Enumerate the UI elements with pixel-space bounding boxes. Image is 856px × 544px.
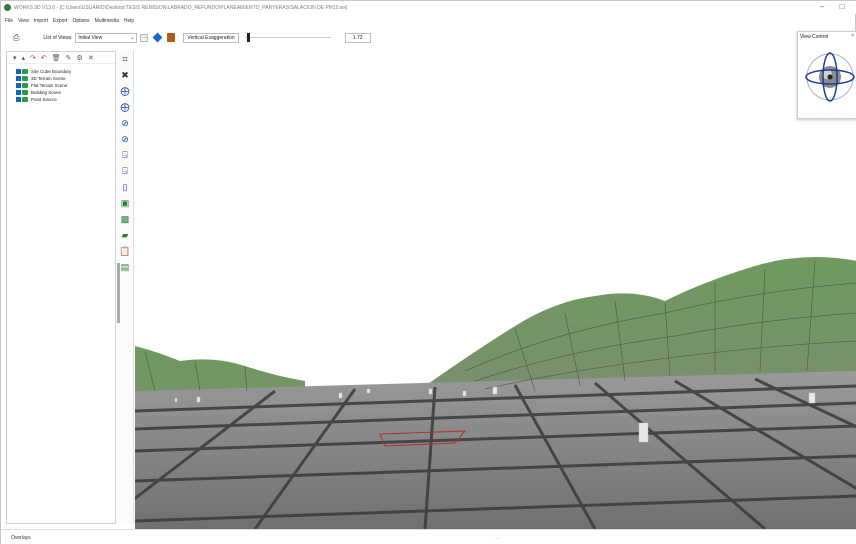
settings-icon[interactable]: ⚙ (77, 54, 83, 62)
expand-icon[interactable]: ▴ (22, 54, 26, 62)
layer-checkbox[interactable] (16, 83, 21, 88)
clipboard-icon[interactable]: 📋 (116, 243, 134, 259)
layer-item[interactable]: Point Source (16, 96, 115, 103)
view-control-close-button[interactable]: × (851, 33, 854, 39)
layer-label: 3D Terrain Scene (31, 76, 66, 81)
3d-viewport[interactable] (135, 51, 856, 529)
layer-stack-icon[interactable]: ▯ (116, 179, 134, 195)
panel-splitter[interactable] (117, 263, 120, 323)
window-title: WORKS 3D V13.0 - [C:\Users\USUARIO\Deskt… (14, 4, 348, 11)
orbit-right-icon[interactable]: ⊘ (116, 131, 134, 147)
layer-checkbox[interactable] (16, 76, 21, 81)
pan-right-icon[interactable]: ⍈ (116, 163, 134, 179)
layer-list: Site Cube Boundary 3D Terrain Scene Flat… (7, 64, 115, 103)
layer-checkbox[interactable] (16, 90, 21, 95)
maximize-button[interactable]: □ (835, 2, 849, 11)
menu-export[interactable]: Export (53, 18, 67, 24)
layer-icon (22, 97, 28, 102)
rotate-up-icon[interactable]: ⨁ (116, 83, 134, 99)
move-layer-icon[interactable]: ↷ (30, 54, 36, 62)
minimize-button[interactable]: – (815, 2, 829, 11)
delete-layer-icon[interactable]: 🗑 (52, 54, 61, 62)
status-indicator: … (495, 535, 500, 541)
view-options-button[interactable]: ⋯ (140, 33, 149, 42)
layer-icon (22, 76, 28, 81)
terrain-view-icon[interactable]: ▣ (116, 195, 134, 211)
chevron-down-icon: ⌄ (130, 34, 135, 41)
main-toolbar: ⎙ List of Views Initial View ⌄ ⋯ Vertica… (1, 29, 797, 46)
layer-icon (22, 90, 28, 95)
properties-icon[interactable]: ✎ (66, 54, 72, 62)
menu-import[interactable]: Import (34, 18, 48, 24)
navigation-globe-icon[interactable] (804, 46, 856, 108)
view-navigator-icon[interactable] (152, 32, 163, 43)
collapse-icon[interactable]: ▾ (13, 54, 17, 62)
vertical-exaggeration-slider[interactable] (244, 33, 331, 42)
slider-track (244, 37, 331, 38)
menu-bar: File View Import Export Options Multimed… (1, 15, 856, 26)
app-window: WORKS 3D V13.0 - [C:\Users\USUARIO\Deskt… (0, 0, 856, 544)
zoom-extent-icon[interactable]: ⌗ (116, 51, 134, 67)
undo-icon[interactable]: ↶ (41, 54, 47, 62)
layer-panel: ▾ ▴ ↷ ↶ 🗑 ✎ ⚙ ✕ Site Cube Boundary 3D Te… (6, 51, 116, 524)
building-tool-icon[interactable]: ▩ (116, 211, 134, 227)
app-logo-icon (4, 4, 11, 11)
layer-panel-toolbar: ▾ ▴ ↷ ↶ 🗑 ✎ ⚙ ✕ (7, 52, 115, 64)
menu-multimedia[interactable]: Multimedia (95, 18, 119, 24)
slider-thumb[interactable] (247, 33, 251, 42)
status-text: Overlays (11, 534, 31, 541)
layer-icon (22, 83, 28, 88)
menu-help[interactable]: Help (124, 18, 134, 24)
menu-view[interactable]: View (18, 18, 29, 24)
layer-label: Building Scene (31, 90, 62, 95)
title-bar: WORKS 3D V13.0 - [C:\Users\USUARIO\Deskt… (1, 1, 856, 14)
surface-tool-icon[interactable]: ▰ (116, 227, 134, 243)
layer-item[interactable]: Site Cube Boundary (16, 68, 115, 75)
status-bar: Overlays … (1, 529, 856, 544)
ground-plane (135, 371, 856, 529)
rotate-down-icon[interactable]: ⨁ (116, 99, 134, 115)
list-of-views-label: List of Views (43, 34, 72, 41)
layer-label: Site Cube Boundary (31, 69, 72, 74)
print-icon[interactable]: ⎙ (13, 33, 19, 43)
view-control-title: View Control (800, 34, 829, 40)
layer-item[interactable]: 3D Terrain Scene (16, 75, 115, 82)
layer-icon (22, 69, 28, 74)
layer-item[interactable]: Flat Terrain Scene (16, 82, 115, 89)
layer-checkbox[interactable] (16, 69, 21, 74)
menu-file[interactable]: File (5, 18, 13, 24)
view-select-value: Initial View (78, 34, 103, 41)
menu-options[interactable]: Options (72, 18, 89, 24)
layer-label: Flat Terrain Scene (31, 83, 68, 88)
building-cube-icon[interactable] (167, 33, 176, 42)
pan-left-icon[interactable]: ⍈ (116, 147, 134, 163)
layer-item[interactable]: Building Scene (16, 89, 115, 96)
vertical-exaggeration-label: Vertical Exaggeration (183, 32, 239, 43)
zoom-window-icon[interactable]: ✖ (116, 67, 134, 83)
orbit-left-icon[interactable]: ⊘ (116, 115, 134, 131)
layer-label: Point Source (31, 97, 57, 102)
vertical-exaggeration-value[interactable]: 1.72 (344, 32, 371, 43)
layer-checkbox[interactable] (16, 97, 21, 102)
view-select[interactable]: Initial View ⌄ (75, 32, 138, 43)
view-control-panel: View Control × (797, 31, 856, 119)
terrain-scene (135, 257, 856, 529)
close-icon[interactable]: ✕ (88, 54, 94, 62)
